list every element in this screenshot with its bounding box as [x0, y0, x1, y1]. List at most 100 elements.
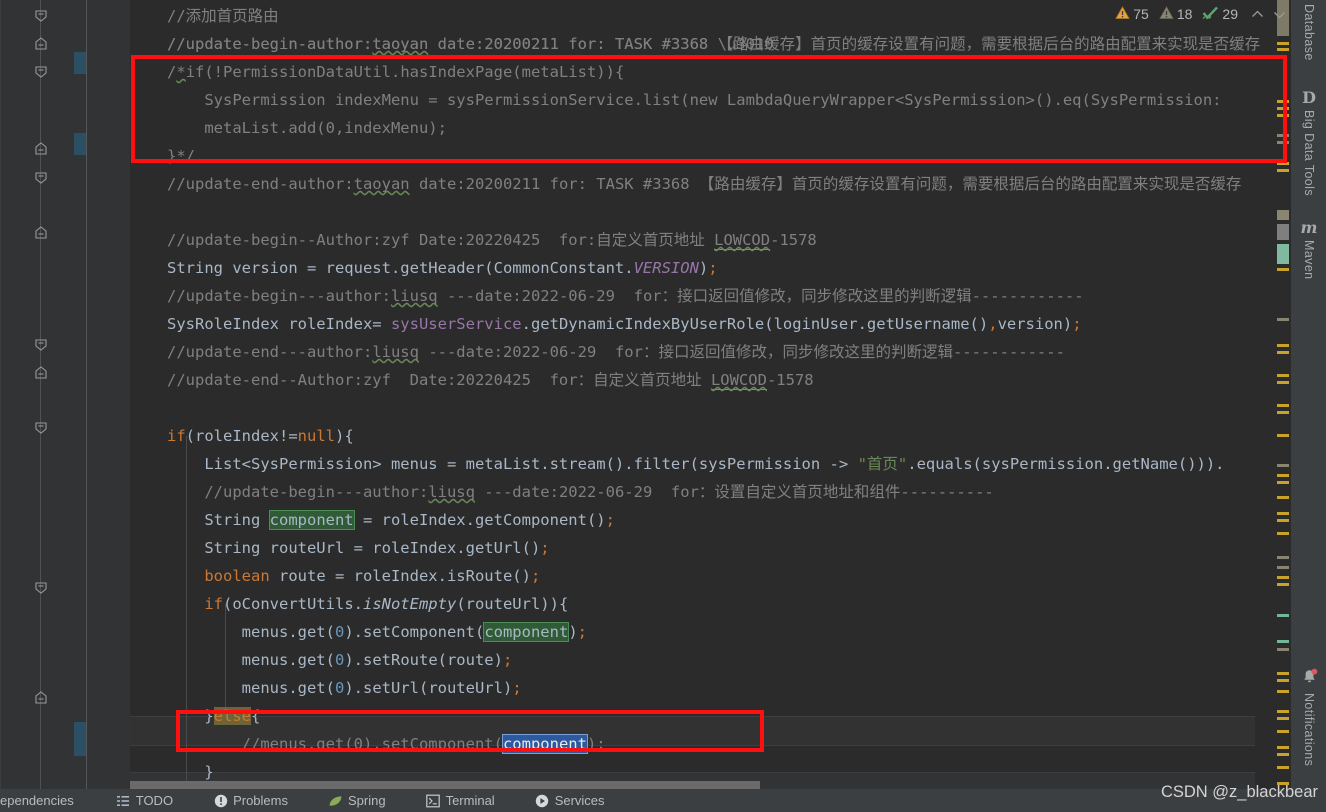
stripe-weak-warning-marker[interactable] [1277, 141, 1289, 144]
stripe-weak-warning-marker[interactable] [1277, 134, 1289, 137]
stripe-marker-group[interactable] [1277, 224, 1289, 240]
next-problem-button[interactable] [1270, 4, 1288, 24]
stripe-warning-marker[interactable] [1277, 690, 1289, 693]
stripe-warning-marker[interactable] [1277, 481, 1289, 484]
code-line[interactable]: menus.get(0).setRoute(route); [167, 646, 512, 674]
stripe-warning-marker[interactable] [1277, 710, 1289, 713]
stripe-warning-marker[interactable] [1277, 107, 1289, 110]
stripe-warning-marker[interactable] [1277, 679, 1289, 682]
code-line[interactable]: menus.get(0).setComponent(component); [167, 618, 587, 646]
stripe-info-green-marker[interactable] [1277, 640, 1289, 643]
stripe-warning-marker[interactable] [1277, 344, 1289, 347]
sidebar-item-database[interactable]: Database [1291, 4, 1326, 61]
code-line[interactable]: SysPermission indexMenu = sysPermissionS… [167, 86, 1222, 114]
previous-problem-button[interactable] [1248, 4, 1266, 24]
checks-indicator[interactable]: 29 [1202, 6, 1238, 23]
stripe-warning-marker[interactable] [1277, 48, 1289, 51]
stripe-warning-marker[interactable] [1277, 576, 1289, 579]
right-tool-sidebar[interactable]: Database D Big Data Tools m Maven Notifi… [1290, 0, 1326, 789]
warning-triangle-icon [1115, 6, 1130, 23]
stripe-warning-marker[interactable] [1277, 411, 1289, 414]
bottom-item-todo[interactable]: TODO [107, 789, 182, 812]
stripe-warning-marker[interactable] [1277, 162, 1289, 165]
text-selection[interactable]: component [503, 735, 587, 753]
code-line[interactable]: //update-begin---author:liusq ---date:20… [167, 282, 1084, 310]
services-label: Services [555, 793, 605, 808]
stripe-warning-marker[interactable] [1277, 42, 1289, 45]
code-line[interactable]: }*/ [167, 142, 195, 170]
horizontal-scrollbar[interactable] [130, 781, 1255, 789]
code-line[interactable]: //update-end---author:liusq ---date:2022… [167, 338, 1065, 366]
stripe-warning-marker[interactable] [1277, 169, 1289, 172]
code-line[interactable]: menus.get(0).setUrl(routeUrl); [167, 674, 522, 702]
code-line[interactable]: }else{ [167, 702, 260, 730]
stripe-marker-group[interactable] [1277, 244, 1289, 264]
stripe-warning-marker[interactable] [1277, 746, 1289, 749]
stripe-warning-marker[interactable] [1277, 512, 1289, 515]
sidebar-item-big-data-tools[interactable]: D Big Data Tools [1291, 88, 1326, 196]
stripe-weak-warning-marker[interactable] [1277, 648, 1289, 651]
stripe-warning-marker[interactable] [1277, 532, 1289, 535]
stripe-warning-marker[interactable] [1277, 268, 1289, 271]
occurrence-highlight[interactable]: component [270, 511, 354, 529]
stripe-warning-marker[interactable] [1277, 766, 1289, 769]
code-line[interactable]: boolean route = roleIndex.isRoute(); [167, 562, 540, 590]
code-line[interactable]: //update-begin--Author:zyf Date:20220425… [167, 226, 817, 254]
code-line[interactable]: SysRoleIndex roleIndex= sysUserService.g… [167, 310, 1082, 338]
bottom-item-terminal[interactable]: Terminal [417, 789, 504, 812]
bottom-item-problems[interactable]: Problems [204, 789, 297, 812]
stripe-warning-marker[interactable] [1277, 717, 1289, 720]
bottom-item-spring[interactable]: Spring [319, 789, 395, 812]
stripe-marker-group[interactable] [1277, 210, 1289, 220]
error-stripe-marker-bar[interactable] [1276, 0, 1290, 789]
sidebar-item-notifications[interactable]: Notifications [1291, 668, 1326, 766]
inspection-widget[interactable]: 75 18 29 [1115, 2, 1288, 26]
code-line-text: //添加首页路由 [167, 7, 279, 25]
warnings-indicator[interactable]: 75 [1115, 6, 1149, 23]
occurrence-highlight[interactable]: component [484, 623, 568, 641]
stripe-weak-warning-marker[interactable] [1277, 464, 1289, 467]
code-line[interactable]: if(oConvertUtils.isNotEmpty(routeUrl)){ [167, 590, 568, 618]
stripe-warning-marker[interactable] [1277, 730, 1289, 733]
code-line[interactable]: //menus.get(0).setComponent(component); [167, 730, 606, 758]
stripe-warning-marker[interactable] [1277, 374, 1289, 377]
stripe-warning-marker[interactable] [1277, 474, 1289, 477]
sidebar-item-big-data-tools-label: Big Data Tools [1302, 110, 1316, 196]
code-line[interactable]: //添加首页路由 [167, 2, 279, 30]
code-text-layer[interactable]: //添加首页路由 //update-begin-author:taoyan da… [0, 0, 1290, 789]
stripe-weak-warning-marker[interactable] [1277, 318, 1289, 321]
code-line[interactable]: //update-end--Author:zyf Date:20220425 f… [167, 366, 814, 394]
stripe-warning-marker[interactable] [1277, 519, 1289, 522]
stripe-warning-marker[interactable] [1277, 351, 1289, 354]
stripe-warning-marker[interactable] [1277, 583, 1289, 586]
stripe-warning-marker[interactable] [1277, 100, 1289, 103]
code-editor[interactable]: //添加首页路由 //update-begin-author:taoyan da… [0, 0, 1290, 789]
code-line[interactable]: String component = roleIndex.getComponen… [167, 506, 615, 534]
code-line[interactable]: String routeUrl = roleIndex.getUrl(); [167, 534, 550, 562]
code-line[interactable]: String version = request.getHeader(Commo… [167, 254, 718, 282]
code-line[interactable]: List<SysPermission> menus = metaList.str… [167, 450, 1225, 478]
code-line[interactable]: if(roleIndex!=null){ [167, 422, 354, 450]
code-line[interactable]: /*if(!PermissionDataUtil.hasIndexPage(me… [167, 58, 624, 86]
bottom-item-services[interactable]: Services [526, 789, 614, 812]
stripe-warning-marker[interactable] [1277, 114, 1289, 117]
weak-warnings-indicator[interactable]: 18 [1159, 6, 1193, 23]
horizontal-scrollbar-thumb[interactable] [130, 781, 760, 789]
warnings-count: 75 [1133, 6, 1149, 22]
stripe-warning-marker[interactable] [1277, 672, 1289, 675]
code-line[interactable]: //update-begin---author:liusq ---date:20… [167, 478, 994, 506]
stripe-warning-marker[interactable] [1277, 753, 1289, 756]
keyword-highlight[interactable]: else [214, 707, 251, 725]
stripe-warning-marker[interactable] [1277, 381, 1289, 384]
sidebar-item-maven[interactable]: m Maven [1291, 218, 1326, 280]
stripe-warning-marker[interactable] [1277, 496, 1289, 499]
bottom-tool-window-bar[interactable]: ependencies TODO Problems [0, 789, 1326, 812]
stripe-warning-marker[interactable] [1277, 404, 1289, 407]
stripe-info-green-marker[interactable] [1277, 614, 1289, 617]
stripe-weak-warning-marker[interactable] [1277, 556, 1289, 559]
bottom-item-dependencies[interactable]: ependencies [0, 789, 83, 812]
stripe-weak-warning-marker[interactable] [1277, 566, 1289, 569]
code-line[interactable]: //update-end-author:taoyan date:20200211… [167, 170, 1241, 198]
code-line[interactable]: metaList.add(0,indexMenu); [167, 114, 447, 142]
stripe-warning-marker[interactable] [1277, 434, 1289, 437]
